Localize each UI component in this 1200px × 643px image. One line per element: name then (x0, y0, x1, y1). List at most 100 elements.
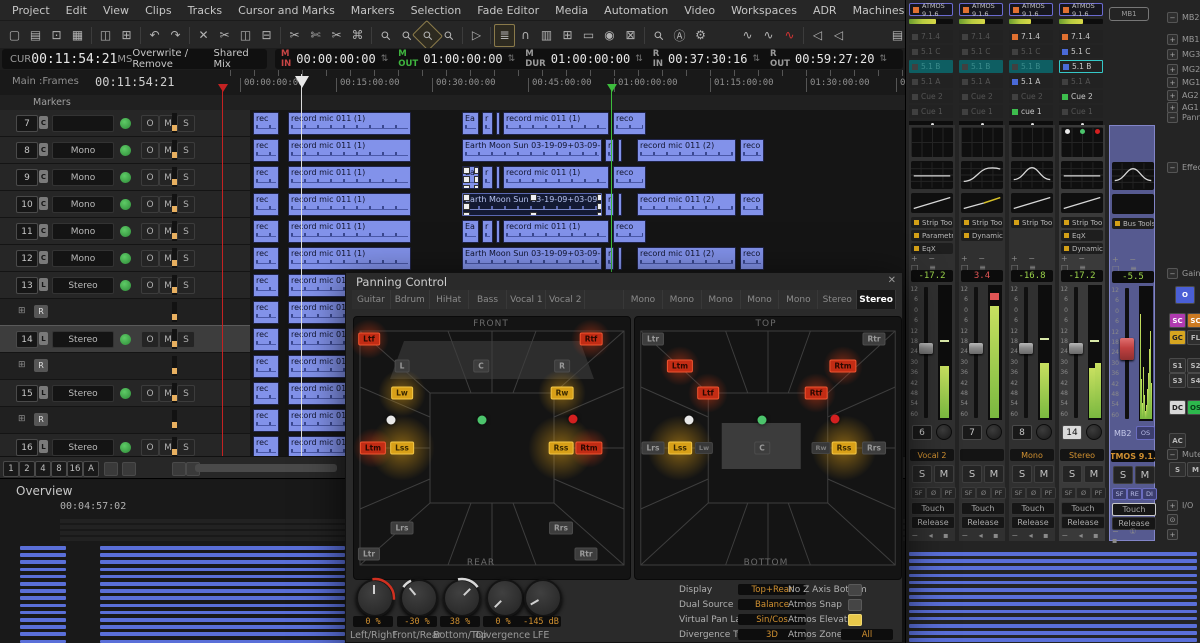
expand-icon[interactable]: ⊞ (18, 414, 26, 424)
zoom-preset-2[interactable]: 2 (19, 461, 35, 477)
zoom-preset-1[interactable]: 1 (3, 461, 19, 477)
audio-clip[interactable]: rec (253, 220, 279, 243)
overview-clip-stripe[interactable] (20, 575, 66, 579)
panner-tab-mono[interactable]: Mono (702, 290, 741, 309)
knob-value[interactable]: 0 % (353, 616, 393, 627)
locator-marker[interactable] (607, 84, 617, 92)
speaker-chip-rtr[interactable]: Rtr (862, 333, 885, 346)
record-arm-dot[interactable] (120, 280, 131, 291)
level-curve-display[interactable] (961, 193, 1003, 213)
overview-clip-stripe[interactable] (20, 632, 66, 636)
bus-header[interactable]: ATMOS 9.1.6 (1009, 3, 1053, 16)
overview-clip-stripe[interactable] (100, 582, 345, 586)
overview-clip-stripe[interactable] (100, 632, 345, 636)
menu-fade-editor[interactable]: Fade Editor (469, 1, 547, 20)
pan-source-dot[interactable] (758, 416, 767, 425)
collapse-icon[interactable]: − (1167, 112, 1178, 123)
undo-icon[interactable]: ↶ (144, 24, 165, 47)
track-output-button[interactable]: O (141, 250, 159, 267)
track-number[interactable]: 12 (16, 250, 38, 267)
settings-gear-icon[interactable]: ⚙ (690, 24, 711, 47)
field-timecode[interactable]: 01:00:00:00 (551, 52, 630, 66)
mixer-section-effect[interactable]: −Effect (1167, 162, 1200, 173)
option-checkbox-atmos-snap[interactable] (848, 599, 862, 611)
track-output-button[interactable]: O (141, 439, 159, 456)
menu-view[interactable]: View (95, 1, 137, 20)
overview-clip-stripe[interactable] (20, 640, 66, 643)
side-button-dc[interactable]: DC (1169, 400, 1186, 415)
side-button-fl[interactable]: FL (1187, 330, 1200, 345)
track-header-15[interactable]: 15LStereoOMS (0, 380, 250, 407)
overview-clip-stripe[interactable] (100, 589, 345, 593)
track-subrow-13R[interactable]: ⊞R (0, 299, 250, 326)
workspace-grid-icon[interactable]: ⊞ (557, 24, 578, 47)
bus-side-item-panning[interactable]: −Panning (1167, 112, 1200, 123)
horizontal-scrollbar[interactable] (195, 464, 337, 472)
audio-clip[interactable]: reco (740, 139, 764, 162)
solo-button[interactable]: S (1113, 466, 1133, 484)
bus-row-Cue-1[interactable]: Cue 1 (909, 105, 953, 118)
menu-adr[interactable]: ADR (805, 1, 845, 20)
expand-icon[interactable]: ⊞ (18, 360, 26, 370)
strip-knob[interactable] (1086, 424, 1102, 440)
track-subrow-15R[interactable]: ⊞R (0, 407, 250, 434)
track-channel-tag[interactable]: L (39, 440, 48, 453)
edit-cursor-marker[interactable] (295, 76, 309, 88)
track-solo-button[interactable]: S (177, 115, 195, 132)
insert-tools-row[interactable]: + − □ ≡ (1011, 258, 1053, 268)
close-icon[interactable]: ✕ (888, 275, 896, 286)
selection-handle[interactable] (463, 194, 470, 201)
pan-pad[interactable] (961, 127, 1003, 157)
overview-clip-stripe[interactable] (100, 575, 345, 579)
plugin-slot[interactable]: Strip Tools (911, 217, 953, 228)
selection-handle[interactable] (463, 167, 470, 174)
overview-clip-stripe[interactable] (20, 625, 66, 629)
expand-icon[interactable]: + (1167, 64, 1178, 75)
audio-clip[interactable]: rec (253, 301, 279, 324)
audio-clip[interactable]: r (605, 193, 614, 216)
pan-source-dot[interactable] (831, 415, 840, 424)
overview-clip-stripe[interactable] (100, 625, 345, 629)
pan-source-dot[interactable] (685, 416, 694, 425)
level-curve-display[interactable] (1112, 194, 1154, 214)
plugin-slot[interactable]: Strip Tools (1011, 217, 1053, 228)
overview-clip-stripe[interactable] (20, 618, 66, 622)
menu-video[interactable]: Video (676, 1, 723, 20)
record-arm-dot[interactable] (120, 118, 131, 129)
ruler-mode-label[interactable]: Main :Frames (12, 76, 79, 87)
side-button-sc[interactable]: SC (1187, 313, 1200, 328)
misc-icon[interactable]: + (1167, 500, 1178, 511)
speaker-chip-rw[interactable]: Rw (811, 442, 830, 454)
track-header-8[interactable]: 8CMonoOMS (0, 137, 250, 164)
duplicate-clips-icon[interactable]: ⊞ (116, 24, 137, 47)
stepper-icon[interactable]: ⇅ (753, 54, 761, 64)
bus-row-7.1.4[interactable]: 7.1.4 (959, 30, 1003, 43)
knob-bottom-top[interactable] (443, 579, 481, 617)
speaker-chip-r[interactable]: R (554, 360, 570, 373)
speaker-chip-lss[interactable]: Lss (390, 442, 414, 455)
link-clips-icon[interactable]: ◫ (95, 24, 116, 47)
field-timecode[interactable]: 01:00:00:00 (423, 52, 502, 66)
open-project-icon[interactable]: ▤ (25, 24, 46, 47)
plugin-slot[interactable]: Strip Tools (961, 217, 1003, 228)
field-timecode[interactable]: 00:37:30:16 (668, 52, 747, 66)
stepper-icon[interactable]: ⇅ (381, 54, 389, 64)
speaker-chip-lw[interactable]: Lw (391, 387, 413, 400)
speaker-chip-ltr[interactable]: Ltr (642, 333, 664, 346)
strip-number[interactable]: 8 (1012, 425, 1032, 440)
solo-button[interactable]: S (1062, 465, 1082, 483)
speaker-chip-rss[interactable]: Rss (832, 442, 857, 455)
redo-icon[interactable]: ↷ (165, 24, 186, 47)
misc-icon[interactable]: − (1167, 449, 1178, 460)
misc-icon[interactable]: + (1167, 529, 1178, 540)
overview-clip-stripe[interactable] (20, 589, 66, 593)
save-project-icon[interactable]: ▦ (67, 24, 88, 47)
solo-button[interactable]: S (912, 465, 932, 483)
speaker-chip-lrs[interactable]: Lrs (391, 522, 414, 535)
gain-readout[interactable]: -17.2 (911, 270, 953, 282)
knob-value[interactable]: -145 dB (521, 616, 561, 627)
menu-selection[interactable]: Selection (403, 1, 470, 20)
audio-clip[interactable]: r (605, 247, 614, 270)
strip-number[interactable]: 6 (912, 425, 932, 440)
side-button-s[interactable]: S (1169, 462, 1186, 477)
